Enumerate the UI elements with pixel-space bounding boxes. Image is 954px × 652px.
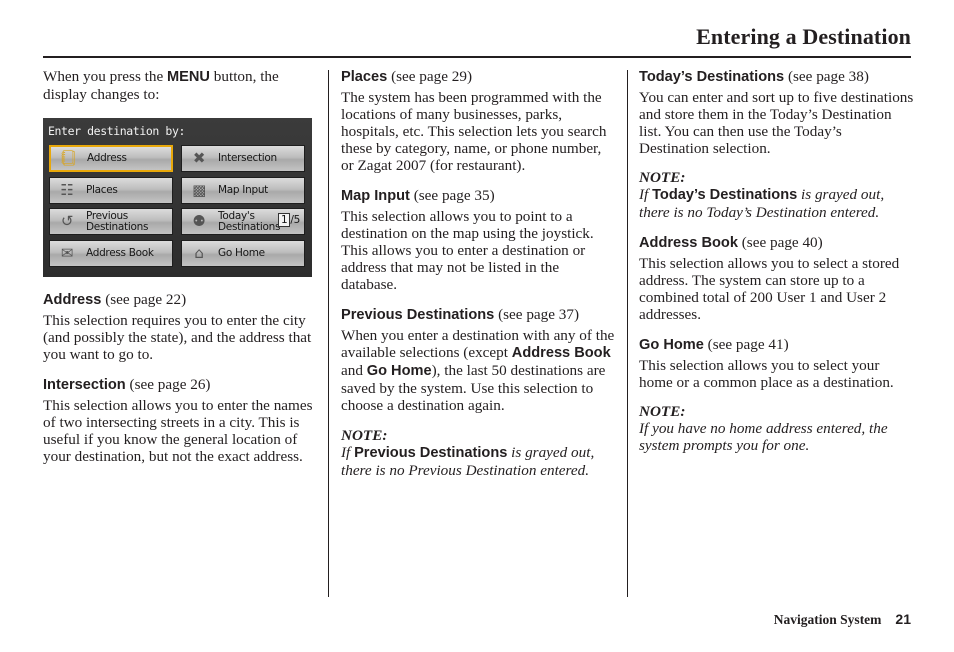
section-body: This selection allows you to enter the n… xyxy=(43,397,313,465)
section-body: This selection allows you to point to a … xyxy=(341,208,594,293)
section-places: Places (see page 29) The system has been… xyxy=(341,68,616,174)
page-reference: (see page 37) xyxy=(498,306,580,323)
section-body: This selection requires you to enter the… xyxy=(43,312,312,363)
previous-destinations-icon: ↺ xyxy=(60,212,74,230)
nav-address-button[interactable]: 📒︎ Address xyxy=(49,145,173,172)
note-previous-destinations: NOTE: If Previous Destinations is grayed… xyxy=(341,427,616,479)
section-body: You can enter and sort up to five destin… xyxy=(639,89,914,157)
section-body: This selection allows you to select a st… xyxy=(639,255,900,323)
nav-previous-destinations-button[interactable]: ↺ Previous Destinations xyxy=(49,208,173,235)
note-go-home: NOTE: If you have no home address entere… xyxy=(639,403,914,454)
page-reference: (see page 38) xyxy=(787,68,869,85)
places-icon: ☷ xyxy=(60,181,74,199)
page-reference: (see page 26) xyxy=(129,376,211,393)
intro-text: When you press the MENU button, the disp… xyxy=(43,68,279,103)
section-heading: Address Book xyxy=(639,235,738,251)
note-text: If Today’s Destinations is grayed out, t… xyxy=(639,186,885,221)
column-3: Today’s Destinations (see page 38) You c… xyxy=(639,68,914,454)
column-1: When you press the MENU button, the disp… xyxy=(43,68,318,478)
section-map-input: Map Input (see page 35) This selection a… xyxy=(341,187,616,293)
section-address-book: Address Book (see page 40) This selectio… xyxy=(639,234,914,323)
section-address: Address (see page 22) This selection req… xyxy=(43,291,318,363)
notepad-icon: 📒︎ xyxy=(58,149,78,167)
header-rule xyxy=(43,56,911,58)
section-heading: Previous Destinations xyxy=(341,307,495,323)
page-number: 21 xyxy=(895,611,911,627)
page-reference: (see page 22) xyxy=(105,291,187,308)
column-divider xyxy=(328,70,329,597)
section-previous-destinations: Previous Destinations (see page 37) When… xyxy=(341,306,616,414)
page-footer: Navigation System 21 xyxy=(774,611,911,628)
menu-button-ref: MENU xyxy=(167,69,210,85)
home-icon: ⌂ xyxy=(194,244,204,262)
note-label: NOTE: xyxy=(639,403,686,420)
section-heading: Address xyxy=(43,292,102,308)
nav-screen-image: Enter destination by: 📒︎ Address ✖ Inter… xyxy=(43,118,312,277)
page-reference: (see page 29) xyxy=(391,68,473,85)
section-body: The system has been programmed with the … xyxy=(341,89,607,174)
nav-address-book-button[interactable]: ✉ Address Book xyxy=(49,240,173,267)
section-body: This selection allows you to select your… xyxy=(639,357,894,391)
footer-label: Navigation System xyxy=(773,612,882,627)
section-intersection: Intersection (see page 26) This selectio… xyxy=(43,376,318,465)
note-todays-destinations: NOTE: If Today’s Destinations is grayed … xyxy=(639,169,914,221)
section-heading: Go Home xyxy=(639,337,704,353)
section-todays-destinations: Today’s Destinations (see page 38) You c… xyxy=(639,68,914,157)
page-reference: (see page 40) xyxy=(741,234,823,251)
section-go-home: Go Home (see page 41) This selection all… xyxy=(639,336,914,391)
page-reference: (see page 41) xyxy=(707,336,789,353)
intersection-icon: ✖ xyxy=(192,149,206,167)
nav-todays-destinations-button[interactable]: ⚉ Today's Destinations 1/5 xyxy=(181,208,305,235)
nav-screen-title: Enter destination by: xyxy=(48,124,185,138)
nav-places-button[interactable]: ☷ Places xyxy=(49,177,173,204)
column-2: Places (see page 29) The system has been… xyxy=(341,68,616,479)
note-label: NOTE: xyxy=(341,427,388,444)
note-text: If Previous Destinations is grayed out, … xyxy=(341,444,595,479)
page-reference: (see page 35) xyxy=(413,187,495,204)
address-book-icon: ✉ xyxy=(60,244,74,262)
column-divider xyxy=(627,70,628,597)
section-heading: Map Input xyxy=(341,188,410,204)
todays-destinations-icon: ⚉ xyxy=(192,212,206,230)
nav-intersection-button[interactable]: ✖ Intersection xyxy=(181,145,305,172)
us-map-icon: ▩ xyxy=(192,181,206,199)
section-body: When you enter a destination with any of… xyxy=(341,327,615,414)
section-heading: Intersection xyxy=(43,377,126,393)
note-label: NOTE: xyxy=(639,169,686,186)
section-heading: Places xyxy=(341,69,388,85)
section-heading: Today’s Destinations xyxy=(639,69,785,85)
todays-destinations-counter: 1/5 xyxy=(277,212,300,229)
note-text: If you have no home address entered, the… xyxy=(639,420,888,454)
page-title: Entering a Destination xyxy=(696,24,911,49)
nav-go-home-button[interactable]: ⌂ Go Home xyxy=(181,240,305,267)
nav-map-input-button[interactable]: ▩ Map Input xyxy=(181,177,305,204)
